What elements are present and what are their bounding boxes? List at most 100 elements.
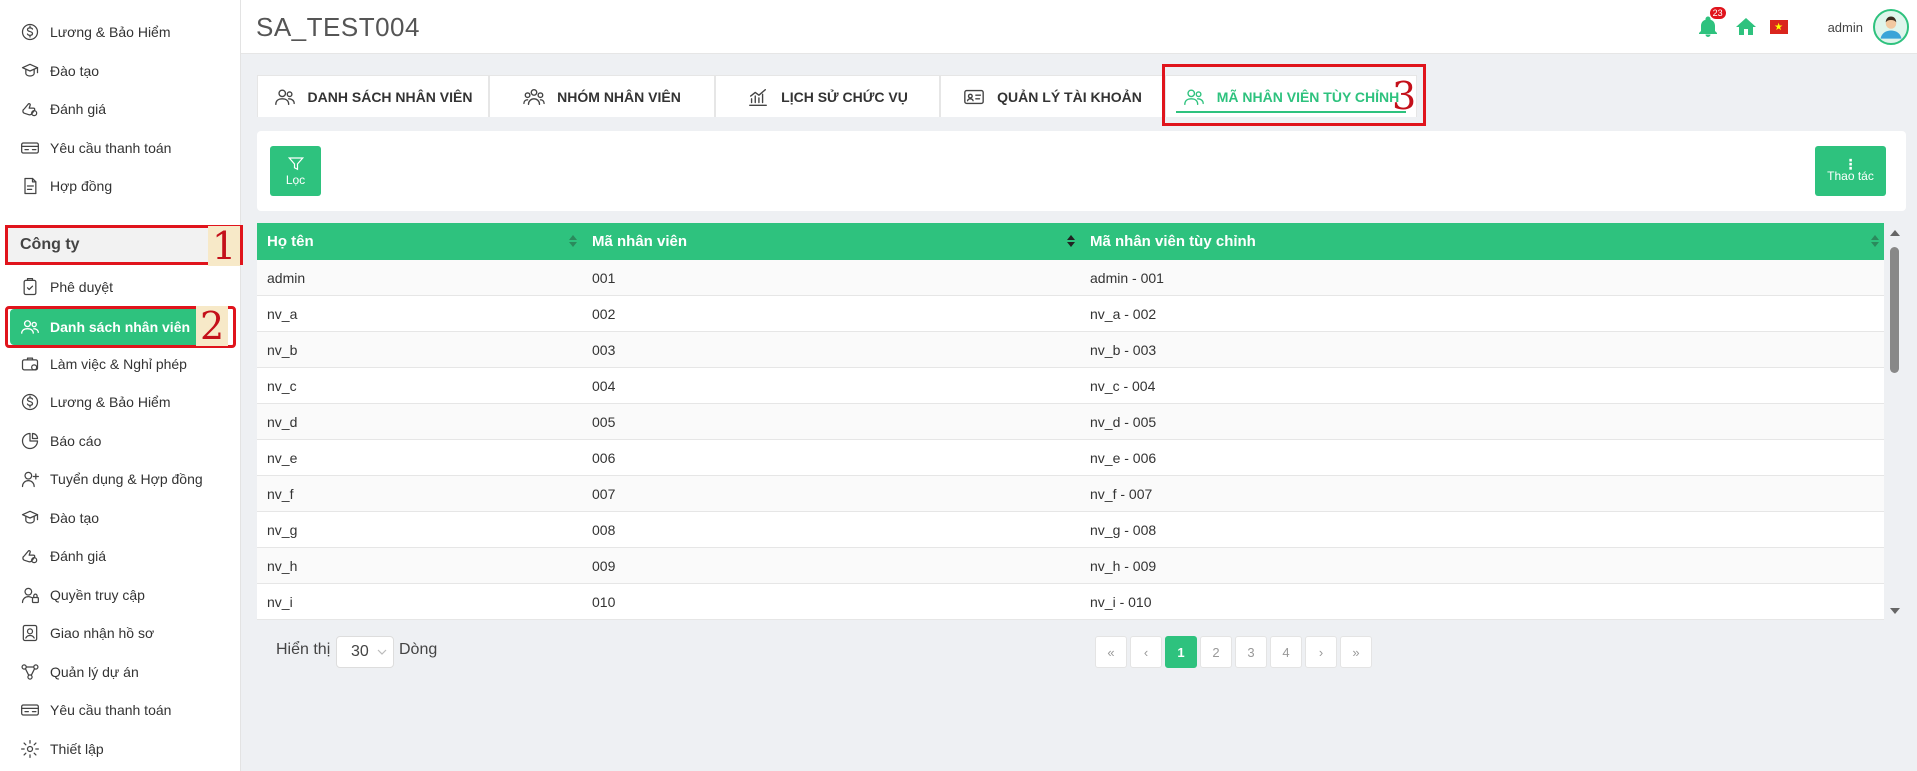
pagination-prev-button[interactable]: ‹ bbox=[1130, 636, 1162, 668]
vietnam-flag-icon[interactable]: ★ bbox=[1769, 20, 1788, 34]
actions-label: Thao tác bbox=[1827, 169, 1874, 183]
sidebar-item-quan-ly-du-an[interactable]: Quản lý dự án bbox=[0, 653, 241, 691]
work-leave-icon bbox=[20, 354, 40, 374]
tab-nhom-nhan-vien[interactable]: NHÓM NHÂN VIÊN bbox=[489, 75, 715, 117]
user-name[interactable]: admin bbox=[1828, 20, 1863, 35]
actions-button[interactable]: ⋮ Thao tác bbox=[1815, 146, 1886, 196]
tab-label: DANH SÁCH NHÂN VIÊN bbox=[307, 88, 473, 105]
filter-label: Lọc bbox=[285, 173, 306, 187]
sidebar-item-label: Đào tạo bbox=[50, 63, 100, 79]
pagination-page-2[interactable]: 2 bbox=[1200, 636, 1232, 668]
sidebar-item-quyen-truy-cap[interactable]: Quyền truy cập bbox=[0, 576, 241, 614]
sort-icon[interactable] bbox=[1870, 234, 1880, 248]
notification-count-badge: 23 bbox=[1709, 7, 1726, 19]
sidebar-item-tuyen-dung-hop-dong[interactable]: Tuyển dụng & Hợp đồng bbox=[0, 460, 241, 498]
sidebar-item-danh-gia[interactable]: Đánh giá bbox=[0, 90, 241, 128]
pagination-page-3[interactable]: 3 bbox=[1235, 636, 1267, 668]
sidebar-item-yeu-cau-thanh-toan[interactable]: Yêu cầu thanh toán bbox=[0, 129, 241, 167]
sidebar: Lương & Bảo Hiểm Đào tạo Đánh giá Yêu cầu t… bbox=[0, 0, 243, 771]
sort-icon[interactable] bbox=[1066, 234, 1076, 248]
home-icon[interactable] bbox=[1734, 15, 1758, 39]
sidebar-item-luong-bao-hiem[interactable]: Lương & Bảo Hiểm bbox=[0, 383, 241, 421]
sidebar-item-lam-viec-nghi-phep[interactable]: Làm việc & Nghỉ phép bbox=[0, 345, 241, 383]
chart-history-icon bbox=[747, 86, 769, 108]
sidebar-item-danh-gia[interactable]: Đánh giá bbox=[0, 537, 241, 575]
documents-icon bbox=[20, 623, 40, 643]
table-row[interactable]: nv_a 002 nv_a - 002 bbox=[257, 296, 1884, 332]
table-row[interactable]: nv_c 004 nv_c - 004 bbox=[257, 368, 1884, 404]
table-row[interactable]: nv_b 003 nv_b - 003 bbox=[257, 332, 1884, 368]
table-scrollbar[interactable] bbox=[1886, 223, 1900, 621]
tab-quan-ly-tai-khoan[interactable]: QUẢN LÝ TÀI KHOẢN bbox=[940, 75, 1165, 117]
table-row[interactable]: nv_e 006 nv_e - 006 bbox=[257, 440, 1884, 476]
table-row[interactable]: admin 001 admin - 001 bbox=[257, 260, 1884, 296]
pagination-page-4[interactable]: 4 bbox=[1270, 636, 1302, 668]
sidebar-item-bao-cao[interactable]: Báo cáo bbox=[0, 422, 241, 460]
rows-per-page-value: 30 bbox=[351, 643, 369, 660]
table-cell: nv_g bbox=[267, 521, 298, 538]
employee-table: Họ tên Mã nhân viên Mã nhân viên tùy chỉ… bbox=[257, 223, 1884, 620]
pagination-next-button[interactable]: › bbox=[1305, 636, 1337, 668]
sidebar-item-luong-bao-hiem[interactable]: Lương & Bảo Hiểm bbox=[0, 13, 241, 51]
scroll-thumb[interactable] bbox=[1890, 247, 1899, 373]
top-header: SA_TEST004 23 ★ admin bbox=[241, 0, 1917, 54]
scroll-down-icon[interactable] bbox=[1888, 606, 1902, 616]
column-header-custom-code[interactable]: Mã nhân viên tùy chỉnh bbox=[1080, 223, 1884, 260]
sidebar-item-hop-dong[interactable]: Hợp đồng bbox=[0, 167, 241, 205]
tab-label: LỊCH SỬ CHỨC VỤ bbox=[781, 88, 908, 105]
sidebar-item-label: Đánh giá bbox=[50, 101, 107, 117]
table-row[interactable]: nv_f 007 nv_f - 007 bbox=[257, 476, 1884, 512]
gear-icon bbox=[20, 739, 40, 759]
id-card-icon bbox=[963, 86, 985, 108]
pagination-page-1[interactable]: 1 bbox=[1165, 636, 1197, 668]
filter-icon bbox=[287, 157, 304, 171]
show-label: Hiển thị bbox=[276, 641, 331, 658]
sidebar-item-label: Làm việc & Nghỉ phép bbox=[50, 356, 187, 372]
chevron-down-icon bbox=[377, 649, 387, 655]
table-header: Họ tên Mã nhân viên Mã nhân viên tùy chỉ… bbox=[257, 223, 1884, 260]
filter-button[interactable]: Lọc bbox=[270, 146, 321, 196]
table-body: admin 001 admin - 001 nv_a 002 nv_a - 002 nv_b… bbox=[257, 260, 1884, 620]
sidebar-item-giao-nhan-ho-so[interactable]: Giao nhận hồ sơ bbox=[0, 614, 241, 652]
users-icon bbox=[274, 86, 296, 108]
rows-per-page-select[interactable]: 30 bbox=[336, 636, 394, 668]
table-cell: nv_d bbox=[267, 413, 298, 430]
table-cell: nv_c bbox=[267, 377, 297, 394]
pagination-first-button[interactable]: « bbox=[1095, 636, 1127, 668]
sidebar-item-label: Đánh giá bbox=[50, 548, 107, 564]
sidebar-item-yeu-cau-thanh-toan[interactable]: Yêu cầu thanh toán bbox=[0, 691, 241, 729]
table-cell: nv_h - 009 bbox=[1090, 557, 1157, 574]
table-cell: nv_i bbox=[267, 593, 293, 610]
sidebar-item-label: Danh sách nhân viên bbox=[50, 319, 191, 335]
sidebar-item-dao-tao[interactable]: Đào tạo bbox=[0, 499, 241, 537]
annotation-number-2: 2 bbox=[196, 306, 229, 346]
sidebar-item-dao-tao[interactable]: Đào tạo bbox=[0, 52, 241, 90]
sort-icon[interactable] bbox=[568, 234, 578, 248]
avatar[interactable] bbox=[1873, 9, 1909, 45]
sidebar-section-label: Công ty bbox=[20, 236, 80, 253]
training-icon bbox=[20, 61, 40, 81]
table-row[interactable]: nv_g 008 nv_g - 008 bbox=[257, 512, 1884, 548]
review-icon bbox=[20, 99, 40, 119]
table-cell: nv_b bbox=[267, 341, 298, 358]
column-header-employee-code[interactable]: Mã nhân viên bbox=[582, 223, 1080, 260]
sidebar-item-label: Hợp đồng bbox=[50, 178, 113, 194]
tab-danh-sach-nhan-vien[interactable]: DANH SÁCH NHÂN VIÊN bbox=[257, 75, 489, 117]
table-row[interactable]: nv_i 010 nv_i - 010 bbox=[257, 584, 1884, 620]
pagination-last-button[interactable]: » bbox=[1340, 636, 1372, 668]
column-header-label: Mã nhân viên bbox=[592, 233, 688, 250]
sidebar-item-thiet-lap[interactable]: Thiết lập bbox=[0, 730, 241, 768]
table-cell: admin bbox=[267, 269, 306, 286]
annotation-box-3 bbox=[1162, 64, 1426, 126]
notification-bell-icon[interactable]: 23 bbox=[1696, 7, 1726, 39]
tab-label: QUẢN LÝ TÀI KHOẢN bbox=[997, 88, 1142, 105]
scroll-up-icon[interactable] bbox=[1888, 228, 1902, 238]
table-cell: nv_h bbox=[267, 557, 298, 574]
table-row[interactable]: nv_d 005 nv_d - 005 bbox=[257, 404, 1884, 440]
table-cell: admin - 001 bbox=[1090, 269, 1164, 286]
column-header-name[interactable]: Họ tên bbox=[257, 223, 582, 260]
table-cell: 002 bbox=[592, 305, 616, 322]
tab-lich-su-chuc-vu[interactable]: LỊCH SỬ CHỨC VỤ bbox=[715, 75, 940, 117]
sidebar-item-phe-duyet[interactable]: Phê duyệt bbox=[0, 268, 241, 306]
table-row[interactable]: nv_h 009 nv_h - 009 bbox=[257, 548, 1884, 584]
